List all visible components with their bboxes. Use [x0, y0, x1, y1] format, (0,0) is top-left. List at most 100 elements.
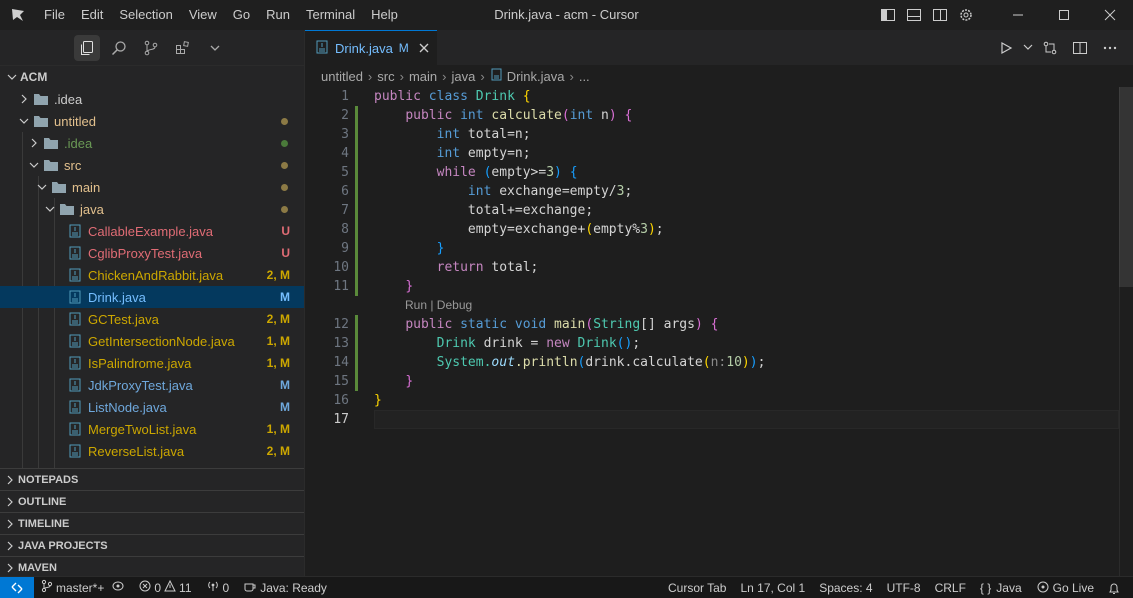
tree-label: ReverseList.java — [88, 443, 185, 459]
tree-folder-untitled[interactable]: untitled — [0, 110, 304, 132]
breadcrumb-item[interactable]: src — [377, 69, 394, 84]
folder-open-icon — [50, 176, 68, 198]
search-icon[interactable] — [106, 35, 132, 61]
editor-scrollbar[interactable] — [1119, 87, 1133, 576]
line-number: 2 — [341, 108, 349, 123]
breadcrumb-item[interactable]: main — [409, 69, 437, 84]
extensions-icon[interactable] — [170, 35, 196, 61]
line-number: 15 — [333, 374, 349, 389]
code-line: } — [374, 393, 382, 408]
branch-status[interactable]: master*+ — [34, 577, 132, 598]
toggle-primary-sidebar-icon[interactable] — [875, 0, 901, 30]
tree-file-drink[interactable]: Drink.java M — [0, 286, 304, 308]
menu-terminal[interactable]: Terminal — [298, 0, 363, 30]
eol-status[interactable]: CRLF — [928, 577, 973, 598]
menu-edit[interactable]: Edit — [73, 0, 111, 30]
language-label: Java — [996, 581, 1022, 595]
cursor-position[interactable]: Ln 17, Col 1 — [733, 577, 812, 598]
tree-file-getintersectionnode[interactable]: GetIntersectionNode.java 1, M — [0, 330, 304, 352]
run-icon[interactable] — [993, 33, 1019, 63]
tree-file-jdkproxytest[interactable]: JdkProxyTest.java M — [0, 374, 304, 396]
chevron-down-icon[interactable] — [1023, 40, 1033, 55]
minimize-icon[interactable] — [995, 0, 1041, 30]
menu-view[interactable]: View — [181, 0, 225, 30]
menu-file[interactable]: File — [36, 0, 73, 30]
code-line: } — [405, 279, 414, 294]
compare-changes-icon[interactable] — [1037, 33, 1063, 63]
tree-file-ispalindrome[interactable]: IsPalindrome.java 1, M — [0, 352, 304, 374]
tree-file-callableexample[interactable]: CallableExample.java U — [0, 220, 304, 242]
breadcrumb-item[interactable]: Drink.java — [507, 69, 565, 84]
menu-go[interactable]: Go — [225, 0, 258, 30]
menu-help[interactable]: Help — [363, 0, 406, 30]
broadcast-icon — [1036, 581, 1050, 596]
tree-label: JdkProxyTest.java — [88, 377, 193, 393]
tree-folder-idea-nested[interactable]: .idea — [0, 132, 304, 154]
chevron-right-icon — [2, 513, 18, 535]
section-notepads[interactable]: NOTEPADS — [0, 468, 304, 490]
code-line: return total; — [436, 260, 539, 275]
error-count: 0 — [154, 580, 162, 595]
remote-indicator-icon[interactable] — [0, 576, 34, 598]
section-timeline[interactable]: TIMELINE — [0, 512, 304, 534]
editor-area: Drink.java M untitled › src › main › jav… — [305, 30, 1133, 576]
breadcrumb-item[interactable]: java — [451, 69, 475, 84]
section-maven[interactable]: MAVEN — [0, 556, 304, 578]
coffee-cup-icon — [243, 580, 257, 595]
java-file-icon — [66, 220, 84, 242]
scrollbar-thumb[interactable] — [1119, 87, 1133, 287]
settings-gear-icon[interactable] — [953, 0, 979, 30]
encoding-status[interactable]: UTF-8 — [880, 577, 928, 598]
maximize-icon[interactable] — [1041, 0, 1087, 30]
breadcrumb-item[interactable]: ... — [579, 69, 590, 84]
section-outline[interactable]: OUTLINE — [0, 490, 304, 512]
git-badge: M — [280, 400, 290, 414]
tree-file-reverselist[interactable]: ReverseList.java 2, M — [0, 440, 304, 462]
tab-modified-badge: M — [398, 41, 409, 55]
notifications-bell-icon[interactable] — [1101, 577, 1127, 598]
language-mode[interactable]: { } Java — [973, 577, 1029, 598]
breadcrumb: untitled › src › main › java › Drink.jav… — [305, 65, 1133, 87]
cursor-tab-status[interactable]: Cursor Tab — [661, 577, 733, 598]
menu-run[interactable]: Run — [258, 0, 298, 30]
code-editor[interactable]: 1 2 3 4 5 6 7 8 9 10 11 12 13 14 15 16 1… — [305, 87, 1133, 576]
tree-file-chickenandrabbit[interactable]: ChickenAndRabbit.java 2, M — [0, 264, 304, 286]
ports-status[interactable]: 0 — [199, 577, 237, 598]
git-change-indicator — [355, 106, 358, 296]
toggle-panel-icon[interactable] — [901, 0, 927, 30]
code-line: int total=n; — [436, 127, 531, 142]
problems-status[interactable]: 0 11 — [132, 577, 198, 598]
toggle-secondary-sidebar-icon[interactable] — [927, 0, 953, 30]
breadcrumb-item[interactable]: untitled — [321, 69, 363, 84]
tree-folder-src[interactable]: src — [0, 154, 304, 176]
close-window-icon[interactable] — [1087, 0, 1133, 30]
explorer-icon[interactable] — [74, 34, 100, 61]
more-actions-icon[interactable] — [1097, 33, 1123, 63]
line-number: 6 — [341, 184, 349, 199]
split-editor-icon[interactable] — [1067, 33, 1093, 63]
tree-label: ACM — [20, 70, 48, 84]
tree-folder-idea[interactable]: .idea — [0, 88, 304, 110]
tree-file-cglibproxytest[interactable]: CglibProxyTest.java U — [0, 242, 304, 264]
go-live-button[interactable]: Go Live — [1029, 577, 1101, 598]
menu-selection[interactable]: Selection — [111, 0, 180, 30]
tree-label: Drink.java — [88, 289, 146, 305]
tree-folder-main[interactable]: main — [0, 176, 304, 198]
source-control-icon[interactable] — [138, 35, 164, 61]
java-file-icon — [66, 264, 84, 286]
tab-drink-java[interactable]: Drink.java M — [305, 30, 437, 65]
chevron-down-icon[interactable] — [202, 35, 228, 61]
tree-root-acm[interactable]: ACM — [0, 66, 304, 88]
run-debug-codelens[interactable]: Run | Debug — [405, 296, 472, 315]
java-file-icon — [66, 374, 84, 396]
tree-file-gctest[interactable]: GCTest.java 2, M — [0, 308, 304, 330]
tree-folder-java[interactable]: java — [0, 198, 304, 220]
java-file-icon — [490, 68, 503, 84]
section-java-projects[interactable]: JAVA PROJECTS — [0, 534, 304, 556]
tree-file-mergetwolist[interactable]: MergeTwoList.java 1, M — [0, 418, 304, 440]
tree-file-listnode[interactable]: ListNode.java M — [0, 396, 304, 418]
indentation-status[interactable]: Spaces: 4 — [812, 577, 879, 598]
java-status[interactable]: Java: Ready — [236, 577, 334, 598]
close-icon[interactable] — [419, 41, 429, 56]
code-line: while (empty>=3) { — [436, 165, 578, 180]
